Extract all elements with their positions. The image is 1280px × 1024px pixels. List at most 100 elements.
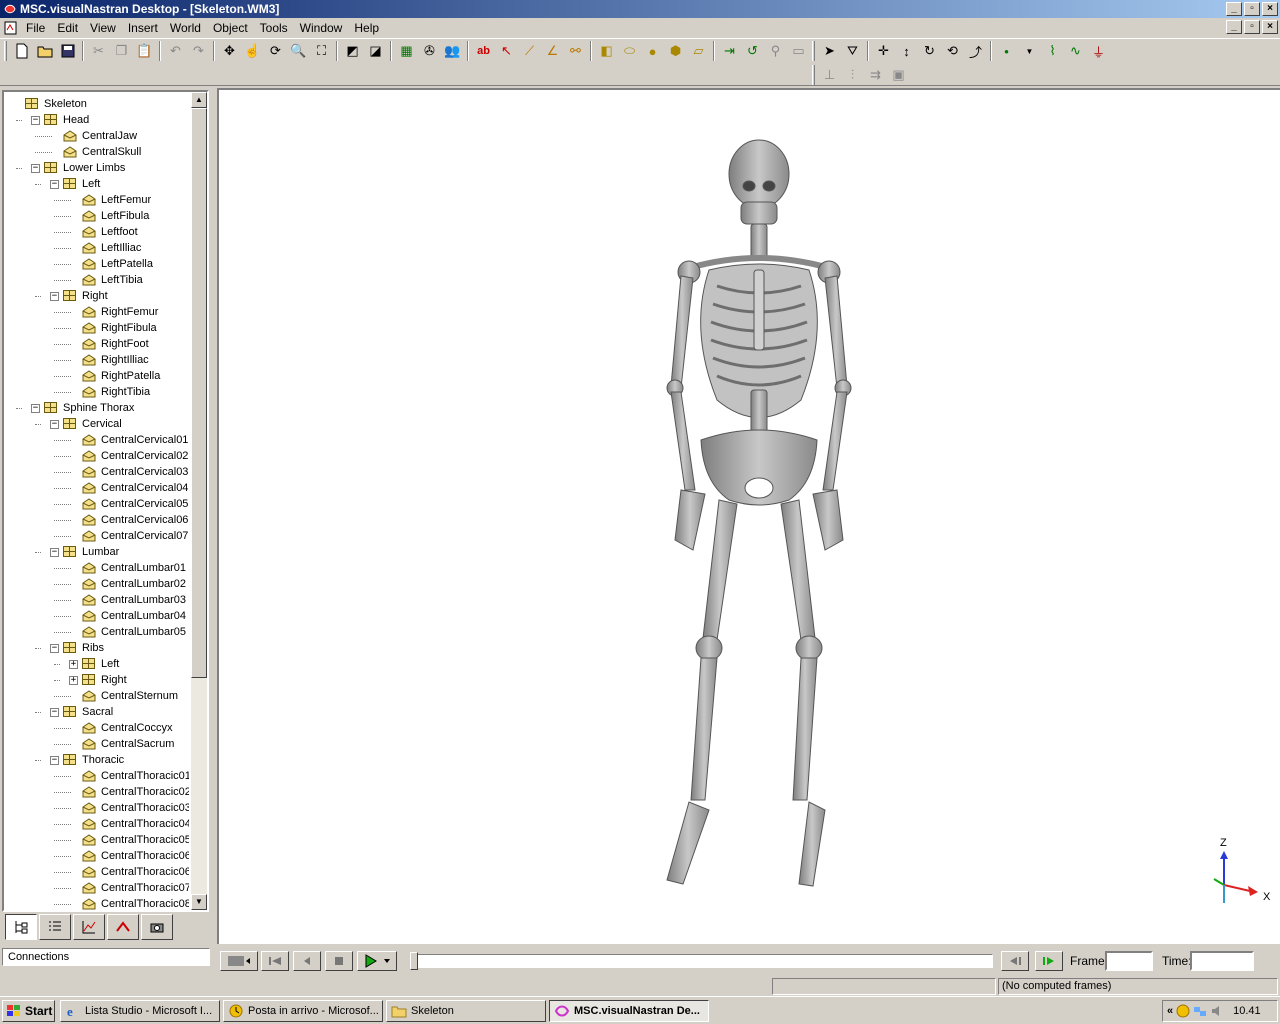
- collapse-icon[interactable]: −: [31, 403, 40, 413]
- collapse-icon[interactable]: −: [50, 643, 59, 653]
- tree-node[interactable]: LeftIlliac: [82, 240, 141, 256]
- select-arrow-icon[interactable]: ➤: [818, 40, 841, 62]
- tree-node[interactable]: CentralCervical02: [82, 448, 188, 464]
- cut-icon[interactable]: ✂: [87, 40, 110, 62]
- prev-frame-button[interactable]: [1001, 951, 1029, 971]
- tree-node[interactable]: RightFoot: [82, 336, 149, 352]
- menu-view[interactable]: View: [84, 21, 122, 35]
- dropdown-arrow-icon[interactable]: ▼: [1018, 40, 1041, 62]
- menu-file[interactable]: File: [20, 21, 51, 35]
- tree-node[interactable]: CentralCervical05: [82, 496, 188, 512]
- connect-tool-icon[interactable]: ⚯: [564, 40, 587, 62]
- tree-node[interactable]: CentralSternum: [82, 688, 178, 704]
- collapse-icon[interactable]: −: [50, 547, 59, 557]
- people-icon[interactable]: 👥: [441, 40, 464, 62]
- tree-node[interactable]: CentralCervical06: [82, 512, 188, 528]
- render-mode-icon[interactable]: ◩: [341, 40, 364, 62]
- tree-node[interactable]: CentralJaw: [63, 128, 137, 144]
- scroll-thumb[interactable]: [191, 108, 207, 678]
- tree-node[interactable]: CentralThoracic05: [82, 832, 189, 848]
- open-folder-icon[interactable]: [33, 40, 56, 62]
- tab-camera[interactable]: [141, 914, 173, 940]
- sphere-icon[interactable]: ●: [641, 40, 664, 62]
- maximize-button[interactable]: ▫: [1244, 2, 1260, 16]
- rewind-button[interactable]: [261, 951, 289, 971]
- collapse-icon[interactable]: −: [50, 179, 59, 189]
- stop-button[interactable]: [325, 951, 353, 971]
- menu-world[interactable]: World: [164, 21, 207, 35]
- orient-icon[interactable]: ⤴: [964, 40, 987, 62]
- text-tool-icon[interactable]: ab: [472, 40, 495, 62]
- collapse-icon[interactable]: −: [50, 755, 59, 765]
- task-button[interactable]: Skeleton: [386, 1000, 546, 1022]
- tree-node[interactable]: RightFibula: [82, 320, 157, 336]
- tree-node[interactable]: CentralCervical07: [82, 528, 188, 544]
- start-button[interactable]: Start: [2, 1000, 55, 1022]
- vertical-move-icon[interactable]: ↕: [895, 40, 918, 62]
- tree-node[interactable]: CentralSkull: [63, 144, 141, 160]
- document-icon[interactable]: [2, 20, 20, 36]
- view-mode-icon[interactable]: ◪: [364, 40, 387, 62]
- spin-icon[interactable]: ⟲: [941, 40, 964, 62]
- record-mode-button[interactable]: [220, 951, 258, 971]
- tab-properties[interactable]: [39, 914, 71, 940]
- collapse-icon[interactable]: −: [50, 419, 59, 429]
- play-button[interactable]: [357, 951, 397, 971]
- rotate-view-icon[interactable]: ⟳: [264, 40, 287, 62]
- align-icon[interactable]: ⫶: [841, 64, 864, 86]
- tree-node[interactable]: CentralThoracic06: [82, 848, 189, 864]
- tree-node[interactable]: CentralThoracic03: [82, 800, 189, 816]
- tray-volume-icon[interactable]: [1210, 1004, 1224, 1018]
- collapse-icon[interactable]: −: [31, 115, 40, 125]
- tree-node[interactable]: Leftfoot: [82, 224, 138, 240]
- filter-icon[interactable]: ⛛: [841, 40, 864, 62]
- spring-icon[interactable]: ⌇: [1041, 40, 1064, 62]
- time-input[interactable]: [1190, 951, 1254, 971]
- tools-icon[interactable]: ✇: [418, 40, 441, 62]
- tree-node[interactable]: − Head: [31, 112, 89, 128]
- app-icon[interactable]: [2, 1, 18, 17]
- menu-tools[interactable]: Tools: [254, 21, 294, 35]
- collapse-icon[interactable]: −: [31, 163, 40, 173]
- slider-joint-icon[interactable]: ▭: [787, 40, 810, 62]
- menu-window[interactable]: Window: [294, 21, 349, 35]
- tree-node[interactable]: − Cervical: [50, 416, 122, 432]
- timeline-thumb[interactable]: [410, 952, 418, 970]
- tree-node[interactable]: − Ribs: [50, 640, 104, 656]
- tree-node[interactable]: CentralThoracic04: [82, 816, 189, 832]
- tree-node[interactable]: + Left: [69, 656, 119, 672]
- copy-icon[interactable]: ❐: [110, 40, 133, 62]
- constraint-icon[interactable]: ⚲: [764, 40, 787, 62]
- doc-restore-button[interactable]: ▫: [1244, 20, 1260, 34]
- close-button[interactable]: ×: [1262, 2, 1278, 16]
- tab-graphs[interactable]: [73, 914, 105, 940]
- box-icon[interactable]: ◧: [595, 40, 618, 62]
- properties-icon[interactable]: ▣: [887, 64, 910, 86]
- save-icon[interactable]: [56, 40, 79, 62]
- point-icon[interactable]: •: [995, 40, 1018, 62]
- cylinder-icon[interactable]: ⬭: [618, 40, 641, 62]
- translate-icon[interactable]: ✛: [872, 40, 895, 62]
- undo-icon[interactable]: ↶: [164, 40, 187, 62]
- connections-field[interactable]: Connections: [2, 948, 210, 966]
- tab-constraints[interactable]: [107, 914, 139, 940]
- arrow-tool-icon[interactable]: ↖: [495, 40, 518, 62]
- tree-node[interactable]: LeftTibia: [82, 272, 143, 288]
- distribute-icon[interactable]: ⇉: [864, 64, 887, 86]
- tray-network-icon[interactable]: [1193, 1004, 1207, 1018]
- tree-node[interactable]: CentralCervical03: [82, 464, 188, 480]
- joint-icon[interactable]: ⇥: [718, 40, 741, 62]
- collapse-icon[interactable]: −: [50, 707, 59, 717]
- task-button[interactable]: e Lista Studio - Microsoft I...: [60, 1000, 220, 1022]
- menu-insert[interactable]: Insert: [122, 21, 164, 35]
- tree-node[interactable]: Skeleton: [25, 96, 87, 112]
- tree-node[interactable]: CentralCoccyx: [82, 720, 173, 736]
- menu-object[interactable]: Object: [207, 21, 254, 35]
- frame-input[interactable]: [1105, 951, 1153, 971]
- tray-clock-app-icon[interactable]: [1176, 1004, 1190, 1018]
- tree-node[interactable]: RightTibia: [82, 384, 150, 400]
- tree-node[interactable]: − Right: [50, 288, 108, 304]
- task-button[interactable]: Posta in arrivo - Microsof...: [223, 1000, 383, 1022]
- zoom-fit-icon[interactable]: ⛶: [310, 40, 333, 62]
- menu-help[interactable]: Help: [348, 21, 385, 35]
